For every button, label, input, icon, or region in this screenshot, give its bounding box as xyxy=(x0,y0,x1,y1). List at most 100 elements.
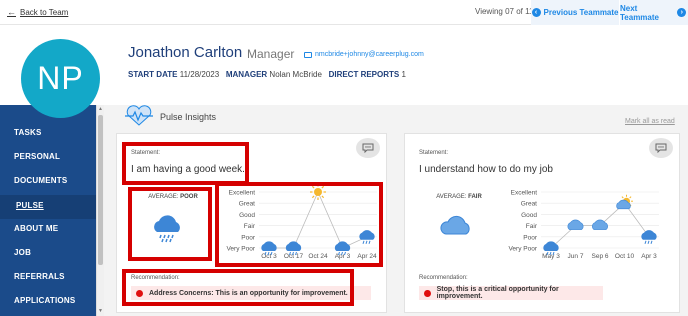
back-to-team-link[interactable]: ← Back to Team xyxy=(7,7,68,17)
sidebar-item-personal[interactable]: PERSONAL xyxy=(14,152,60,161)
next-teammate-button[interactable]: Next Teammate › xyxy=(619,0,688,25)
statement-label: Statement: xyxy=(131,150,161,156)
y-tick-label: Fair xyxy=(244,223,256,230)
chevron-left-icon: ‹ xyxy=(531,8,541,17)
y-tick-label: Fair xyxy=(526,223,538,230)
comment-icon xyxy=(362,143,374,153)
statement-text: I am having a good week. xyxy=(131,164,245,175)
average-caption: AVERAGE: xyxy=(148,194,179,200)
x-tick-label: May 3 xyxy=(542,253,560,260)
pulse-card: Statement: I understand how to do my job… xyxy=(404,133,680,313)
average-label: AVERAGE: POOR xyxy=(137,194,209,200)
previous-teammate-button[interactable]: ‹ Previous Teammate xyxy=(531,0,619,25)
statement-label: Statement: xyxy=(419,150,449,156)
recommendation-label: Recommendation: xyxy=(419,275,468,281)
sidebar-item-pulse[interactable]: PULSE xyxy=(16,201,44,210)
heartbeat-icon xyxy=(125,105,153,126)
x-tick-label: Oct 24 xyxy=(308,253,328,260)
previous-label: Previous Teammate xyxy=(543,8,619,17)
start-date-value: 11/28/2023 xyxy=(179,70,220,79)
email-text: nmcbride+johnny@careerplug.com xyxy=(315,51,424,58)
sun-cloud-icon xyxy=(616,194,633,210)
recommendation-label: Recommendation: xyxy=(131,275,180,281)
average-caption: AVERAGE: xyxy=(436,194,467,200)
active-nav-highlight xyxy=(0,195,96,219)
rain-cloud-icon xyxy=(359,230,375,244)
mail-icon xyxy=(304,51,312,58)
arrow-left-icon: ← xyxy=(7,7,16,17)
average-value: FAIR xyxy=(468,194,482,200)
x-tick-label: Oct 17 xyxy=(284,253,304,260)
back-label: Back to Team xyxy=(20,7,69,17)
viewing-counter: Viewing 07 of 11 xyxy=(475,7,534,16)
page-title: Pulse Insights xyxy=(160,112,217,122)
statement-text: I understand how to do my job xyxy=(419,164,553,175)
x-tick-label: Apr 3 xyxy=(641,253,657,260)
sidebar-item-applications[interactable]: APPLICATIONS xyxy=(14,296,75,305)
chevron-right-icon: › xyxy=(677,8,686,17)
y-tick-label: Great xyxy=(239,201,255,208)
y-tick-label: Very Poor xyxy=(508,246,537,253)
start-date-label: START DATE xyxy=(128,70,178,79)
y-tick-label: Great xyxy=(521,201,537,208)
scrollbar-thumb[interactable] xyxy=(98,115,103,265)
x-tick-label: Jun 7 xyxy=(568,253,584,260)
cloud-icon xyxy=(440,215,470,235)
comment-button[interactable] xyxy=(649,138,673,158)
sidebar-item-referrals[interactable]: REFERRALS xyxy=(14,272,65,281)
recommendation-box: Address Concerns: This is an opportunity… xyxy=(131,286,371,300)
cloud-icon xyxy=(567,219,584,230)
y-tick-label: Good xyxy=(239,212,255,219)
sidebar-item-documents[interactable]: DOCUMENTS xyxy=(14,176,67,185)
average-label: AVERAGE: FAIR xyxy=(423,194,495,200)
sidebar-item-tasks[interactable]: TASKS xyxy=(14,128,42,137)
x-tick-label: Apr 3 xyxy=(335,253,351,260)
y-tick-label: Poor xyxy=(523,234,538,241)
scroll-down-icon[interactable]: ▼ xyxy=(98,308,103,314)
status-dot-icon xyxy=(136,289,143,297)
manager-value: Nolan McBride xyxy=(269,70,322,79)
scroll-up-icon[interactable]: ▲ xyxy=(98,106,103,112)
pulse-chart: Very Poor Poor Fair Good Great Excellent May 3… xyxy=(508,190,659,260)
rain-cloud-icon xyxy=(154,215,180,243)
sidebar-item-job[interactable]: JOB xyxy=(14,248,31,257)
sun-icon xyxy=(310,186,326,200)
profile-header: NP Jonathon Carlton Manager nmcbride+joh… xyxy=(0,25,688,118)
employee-role: Manager xyxy=(247,47,295,61)
pulse-card: Statement: I am having a good week. AVER… xyxy=(116,133,387,313)
y-tick-label: Excellent xyxy=(229,190,256,197)
sidebar: TASKS PERSONAL DOCUMENTS PULSE ABOUT ME … xyxy=(0,105,96,316)
x-tick-label: Sep 6 xyxy=(592,253,609,260)
y-tick-label: Poor xyxy=(241,234,256,241)
mark-all-read-link[interactable]: Mark all as read xyxy=(625,118,675,125)
y-tick-label: Excellent xyxy=(511,190,538,197)
email-link[interactable]: nmcbride+johnny@careerplug.com xyxy=(304,51,424,58)
x-tick-label: Oct 10 xyxy=(615,253,635,260)
sidebar-item-about-me[interactable]: ABOUT ME xyxy=(14,224,58,233)
recommendation-text: Stop, this is a critical opportunity for… xyxy=(436,286,559,300)
avatar: NP xyxy=(21,39,100,118)
employee-name: Jonathon Carlton xyxy=(128,44,243,61)
series-line xyxy=(269,191,368,249)
comment-icon xyxy=(655,143,667,153)
rain-cloud-icon xyxy=(641,230,657,244)
sidebar-scrollbar[interactable]: ▲ ▼ xyxy=(96,105,104,316)
x-tick-label: Apr 24 xyxy=(357,253,377,260)
profile-meta: START DATE 11/28/2023 MANAGER Nolan McBr… xyxy=(128,70,406,79)
recommendation-text: Address Concerns: This is an opportunity… xyxy=(149,289,348,297)
status-dot-icon xyxy=(424,289,431,297)
direct-reports-value: 1 xyxy=(401,70,406,79)
manager-label: MANAGER xyxy=(225,70,268,79)
y-tick-label: Good xyxy=(521,212,537,219)
cloud-icon xyxy=(592,219,608,230)
average-value: POOR xyxy=(180,194,198,200)
app-window: { "nav": { "back_label": "Back to Team",… xyxy=(0,0,688,316)
comment-button[interactable] xyxy=(356,138,380,158)
pulse-chart: Very Poor Poor Fair Good Great Excellent Oct 3… xyxy=(226,186,377,260)
next-label: Next Teammate xyxy=(620,3,659,22)
direct-reports-label: DIRECT REPORTS xyxy=(328,70,400,79)
pulse-content: Pulse Insights Mark all as read Statemen… xyxy=(104,105,688,316)
x-tick-label: Oct 3 xyxy=(261,253,277,260)
top-nav-bar: ← Back to Team Viewing 07 of 11 ‹ Previo… xyxy=(0,0,688,25)
y-tick-label: Very Poor xyxy=(226,246,255,253)
